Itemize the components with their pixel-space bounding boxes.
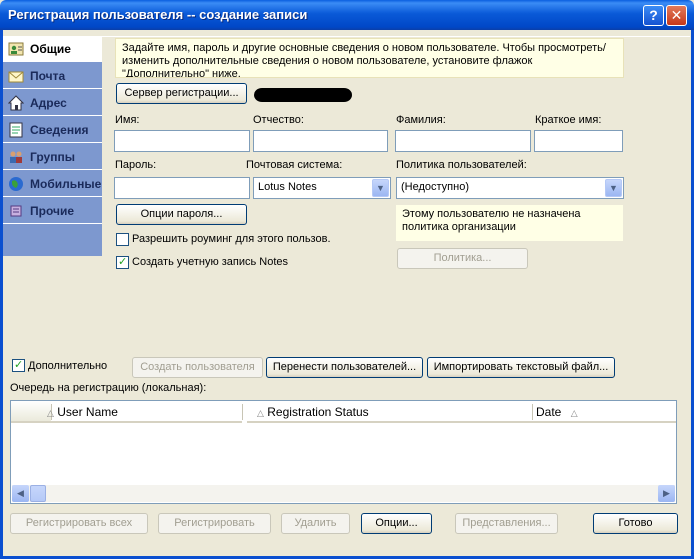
person-card-icon bbox=[8, 42, 24, 56]
password-label: Пароль: bbox=[115, 159, 157, 171]
title-bar: Регистрация пользователя -- создание зап… bbox=[0, 0, 694, 30]
column-header-date[interactable]: Date △ bbox=[532, 401, 676, 423]
options-button[interactable]: Опции... bbox=[361, 513, 432, 534]
user-policy-value: (Недоступно) bbox=[401, 181, 469, 193]
create-notes-id-checkbox[interactable] bbox=[116, 255, 129, 269]
short-name-label: Краткое имя: bbox=[535, 114, 602, 126]
sidebar-item-label: Сведения bbox=[30, 123, 89, 137]
mail-system-select[interactable]: Lotus Notes ▼ bbox=[253, 177, 391, 199]
sidebar-item-mail[interactable]: Почта bbox=[3, 63, 102, 89]
last-name-input[interactable] bbox=[395, 130, 531, 152]
window-title: Регистрация пользователя -- создание зап… bbox=[8, 7, 308, 22]
redacted-server-name bbox=[254, 88, 352, 102]
details-icon bbox=[9, 122, 23, 138]
column-separator bbox=[242, 404, 243, 420]
middle-name-input[interactable] bbox=[253, 130, 388, 152]
envelope-icon bbox=[8, 71, 24, 83]
sort-arrow-icon: △ bbox=[257, 408, 264, 418]
sort-arrow-icon: △ bbox=[47, 408, 54, 418]
group-icon bbox=[10, 151, 22, 163]
advanced-checkbox[interactable] bbox=[12, 358, 25, 372]
policy-button[interactable]: Политика... bbox=[397, 248, 528, 269]
horizontal-scrollbar[interactable]: ◀ ▶ bbox=[12, 485, 675, 502]
done-button[interactable]: Готово bbox=[593, 513, 678, 534]
sidebar-item-label: Общие bbox=[30, 42, 71, 56]
sidebar-item-label: Группы bbox=[30, 150, 75, 164]
misc-icon bbox=[10, 205, 22, 217]
create-notes-id-label: Создать учетную запись Notes bbox=[132, 256, 289, 268]
mail-system-value: Lotus Notes bbox=[258, 181, 317, 193]
sidebar-item-mobile[interactable]: Мобильные bbox=[3, 171, 102, 197]
policy-note: Этому пользователю не назначена политика… bbox=[396, 205, 623, 241]
advanced-label: Дополнительно bbox=[28, 360, 108, 372]
roaming-checkbox[interactable] bbox=[116, 233, 129, 246]
last-name-label: Фамилия: bbox=[396, 114, 446, 126]
password-options-button[interactable]: Опции пароля... bbox=[116, 204, 247, 225]
chevron-down-icon[interactable]: ▼ bbox=[372, 179, 389, 197]
close-button[interactable]: ✕ bbox=[666, 5, 687, 26]
scroll-left-icon[interactable]: ◀ bbox=[12, 485, 29, 502]
delete-button[interactable]: Удалить bbox=[281, 513, 350, 534]
views-button[interactable]: Представления... bbox=[455, 513, 558, 534]
column-header-label: User Name bbox=[57, 405, 118, 419]
sort-arrow-icon: △ bbox=[570, 408, 578, 418]
house-icon bbox=[8, 95, 24, 111]
sidebar-item-groups[interactable]: Группы bbox=[3, 144, 102, 170]
column-header-label: Date bbox=[536, 405, 562, 419]
help-button[interactable]: ? bbox=[643, 5, 664, 26]
sidebar: Общие Почта Адрес Сведения Группы Мобиль… bbox=[3, 36, 102, 256]
sidebar-item-general[interactable]: Общие bbox=[3, 36, 102, 62]
info-text: Задайте имя, пароль и другие основные св… bbox=[115, 38, 624, 78]
queue-label: Очередь на регистрацию (локальная): bbox=[10, 382, 207, 394]
sidebar-item-label: Адрес bbox=[30, 96, 67, 110]
user-policy-label: Политика пользователей: bbox=[396, 159, 527, 171]
sidebar-item-details[interactable]: Сведения bbox=[3, 117, 102, 143]
migrate-users-button[interactable]: Перенести пользователей... bbox=[266, 357, 423, 378]
roaming-label: Разрешить роуминг для этого пользов. bbox=[132, 233, 331, 245]
first-name-input[interactable] bbox=[114, 130, 250, 152]
scroll-right-icon[interactable]: ▶ bbox=[658, 485, 675, 502]
registration-server-button[interactable]: Сервер регистрации... bbox=[116, 83, 247, 104]
column-header-user-name[interactable]: △ User Name bbox=[37, 401, 242, 423]
column-header-label: Registration Status bbox=[267, 405, 369, 419]
password-input[interactable] bbox=[114, 177, 250, 199]
first-name-label: Имя: bbox=[115, 114, 140, 126]
column-header-registration-status[interactable]: △ Registration Status bbox=[247, 401, 533, 423]
registration-queue-list[interactable]: △ User Name △ Registration Status Date △… bbox=[10, 400, 677, 504]
sidebar-item-label: Почта bbox=[30, 69, 66, 83]
sidebar-item-address[interactable]: Адрес bbox=[3, 90, 102, 116]
globe-icon bbox=[9, 177, 23, 191]
create-user-button[interactable]: Создать пользователя bbox=[132, 357, 263, 378]
short-name-input[interactable] bbox=[534, 130, 623, 152]
user-policy-select[interactable]: (Недоступно) ▼ bbox=[396, 177, 624, 199]
chevron-down-icon[interactable]: ▼ bbox=[605, 179, 622, 197]
import-text-file-button[interactable]: Импортировать текстовый файл... bbox=[427, 357, 615, 378]
sidebar-item-label: Мобильные bbox=[30, 177, 102, 191]
middle-name-label: Отчество: bbox=[253, 114, 304, 126]
register-button[interactable]: Регистрировать bbox=[158, 513, 271, 534]
sidebar-item-other[interactable]: Прочие bbox=[3, 198, 102, 224]
sidebar-item-label: Прочие bbox=[30, 204, 75, 218]
register-all-button[interactable]: Регистрировать всех bbox=[10, 513, 148, 534]
mail-system-label: Почтовая система: bbox=[246, 159, 343, 171]
scroll-thumb[interactable] bbox=[30, 485, 46, 502]
